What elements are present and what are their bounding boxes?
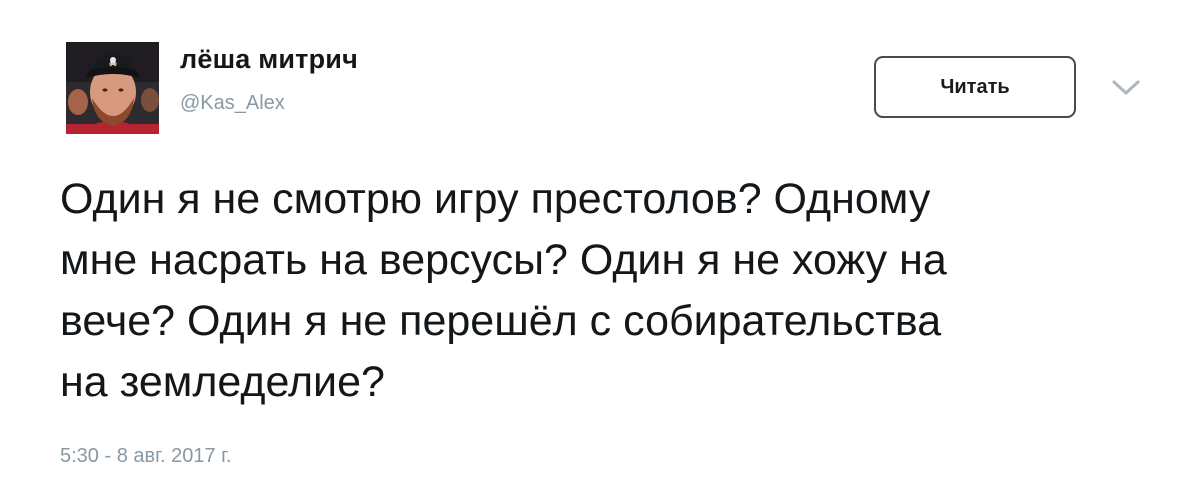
tweet-text-line: на земледелие? — [60, 358, 385, 406]
tweet-text-line: вече? Один я не перешёл с собирательства — [60, 297, 942, 345]
tweet-menu-button[interactable] — [1111, 78, 1141, 98]
author-display-name[interactable]: лёша митрич — [180, 44, 358, 75]
avatar[interactable] — [66, 42, 159, 134]
author-handle[interactable]: @Kas_Alex — [180, 92, 285, 115]
tweet-card: лёша митрич @Kas_Alex Читать Один я не с… — [0, 0, 1200, 485]
chevron-down-icon — [1112, 80, 1140, 95]
tweet-text-line: мне насрать на версусы? Один я не хожу н… — [60, 236, 947, 284]
user-avatar-photo-icon — [66, 42, 159, 134]
tweet-timestamp[interactable]: 5:30 - 8 авг. 2017 г. — [60, 445, 232, 468]
follow-button[interactable]: Читать — [874, 56, 1076, 118]
tweet-text: Один я не смотрю игру престолов? Одному … — [60, 169, 1160, 413]
tweet-text-line: Один я не смотрю игру престолов? Одному — [60, 175, 931, 223]
